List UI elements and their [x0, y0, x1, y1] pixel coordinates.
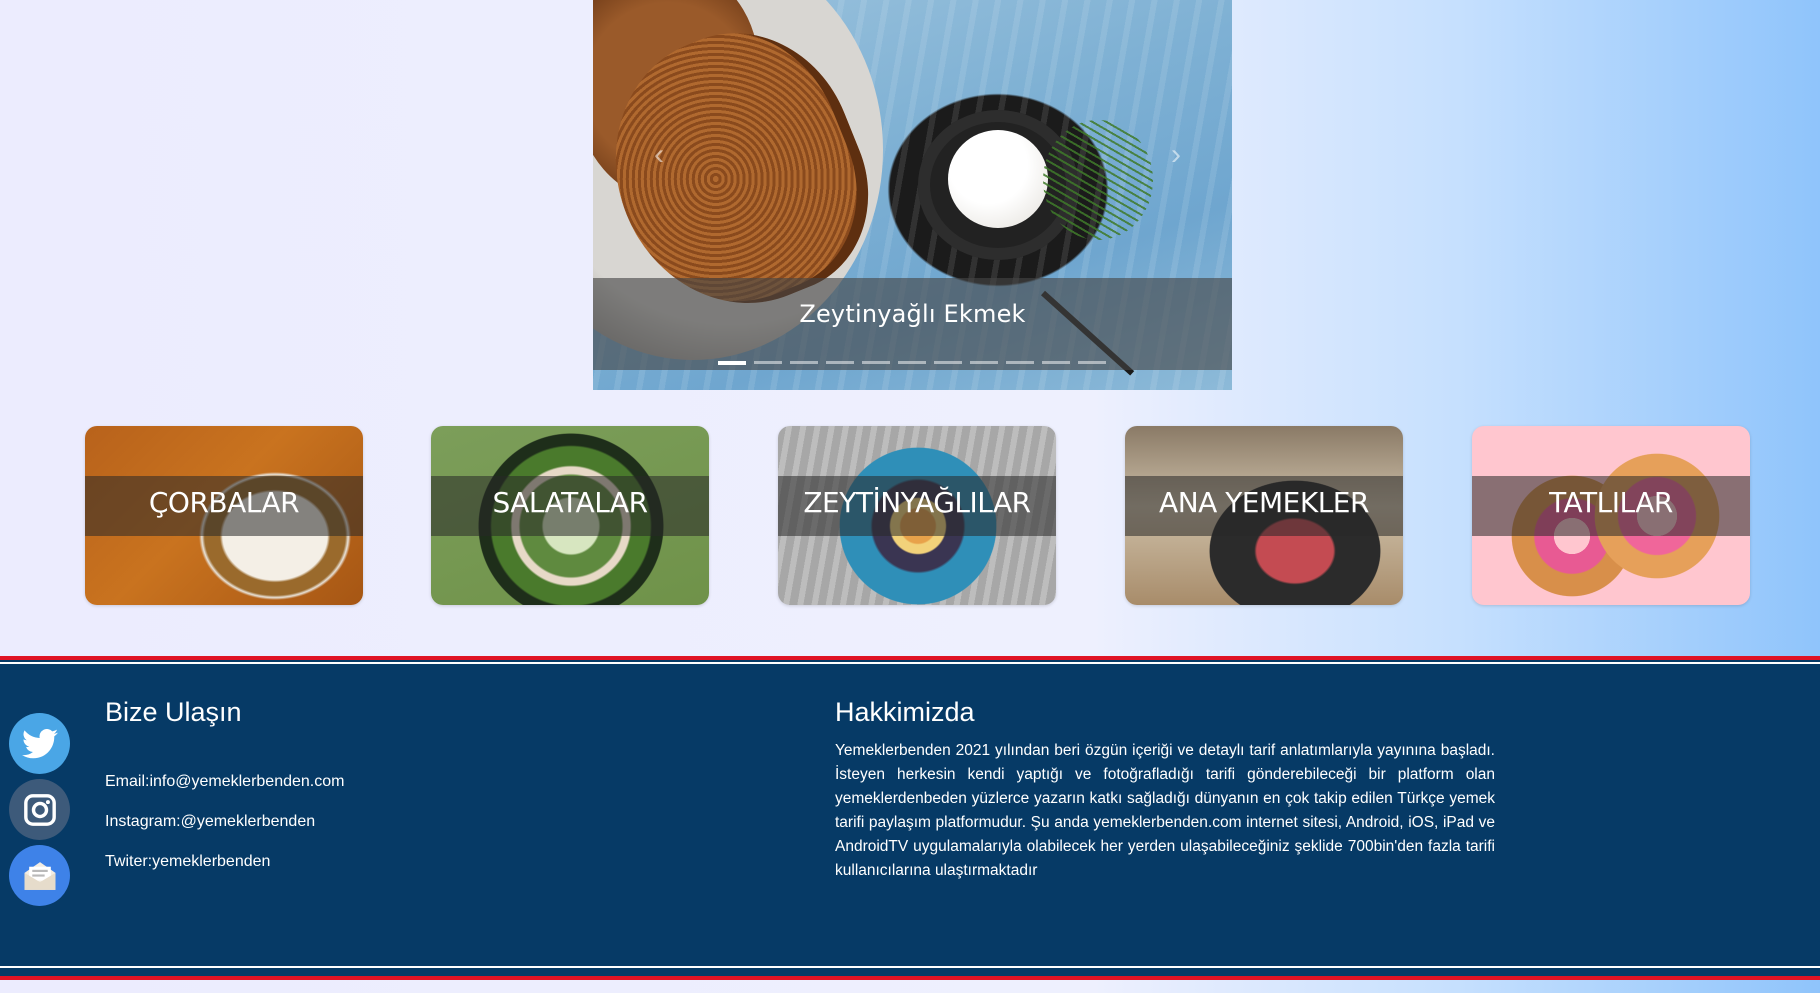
footer-divider [0, 966, 1820, 968]
category-card-zeytinyaglilar[interactable]: ZEYTİNYAĞLILAR [778, 426, 1056, 605]
mail-link[interactable] [9, 845, 70, 906]
category-label: ÇORBALAR [148, 486, 300, 519]
category-label: ANA YEMEKLER [1159, 486, 1369, 519]
carousel-indicator[interactable] [826, 361, 854, 364]
carousel-indicator[interactable] [718, 361, 746, 365]
instagram-icon [23, 793, 56, 826]
carousel-caption: Zeytinyağlı Ekmek [799, 300, 1026, 328]
category-label: SALATALAR [492, 486, 648, 519]
contact-email[interactable]: Email:info@yemeklerbenden.com [105, 773, 344, 791]
yogurt-image [948, 130, 1048, 228]
carousel-indicator[interactable] [934, 361, 962, 364]
carousel-next-button[interactable]: › [1156, 135, 1196, 175]
carousel-indicator[interactable] [790, 361, 818, 364]
category-label: TATLILAR [1549, 486, 1673, 519]
carousel-indicators[interactable] [718, 361, 1106, 365]
twitter-icon [21, 728, 58, 758]
chevron-left-icon: ‹ [654, 138, 664, 171]
carousel-indicator[interactable] [1042, 361, 1070, 364]
carousel-indicator[interactable] [970, 361, 998, 364]
category-label: ZEYTİNYAĞLILAR [803, 486, 1031, 519]
chevron-right-icon: › [1171, 138, 1181, 171]
carousel-indicator[interactable] [1078, 361, 1106, 364]
carousel-indicator[interactable] [754, 361, 782, 364]
carousel-indicator[interactable] [1006, 361, 1034, 364]
mail-icon [24, 861, 55, 890]
carousel-indicator[interactable] [898, 361, 926, 364]
twitter-link[interactable] [9, 713, 70, 774]
category-card-ana-yemekler[interactable]: ANA YEMEKLER [1125, 426, 1403, 605]
contact-instagram[interactable]: Instagram:@yemeklerbenden [105, 813, 315, 831]
contact-twitter[interactable]: Twiter:yemeklerbenden [105, 853, 270, 871]
hero-carousel[interactable]: ‹ › Zeytinyağlı Ekmek [593, 0, 1232, 390]
about-text: Yemeklerbenden 2021 yılından beri özgün … [835, 742, 1495, 879]
instagram-link[interactable] [9, 779, 70, 840]
dill-image [1043, 120, 1153, 240]
footer-divider [0, 662, 1820, 664]
category-card-salatalar[interactable]: SALATALAR [431, 426, 709, 605]
carousel-indicator[interactable] [862, 361, 890, 364]
category-card-corbalar[interactable]: ÇORBALAR [85, 426, 363, 605]
contact-title: Bize Ulaşın [105, 697, 242, 727]
carousel-prev-button[interactable]: ‹ [639, 135, 679, 175]
category-card-tatlilar[interactable]: TATLILAR [1472, 426, 1750, 605]
about-title: Hakkimizda [835, 697, 975, 727]
